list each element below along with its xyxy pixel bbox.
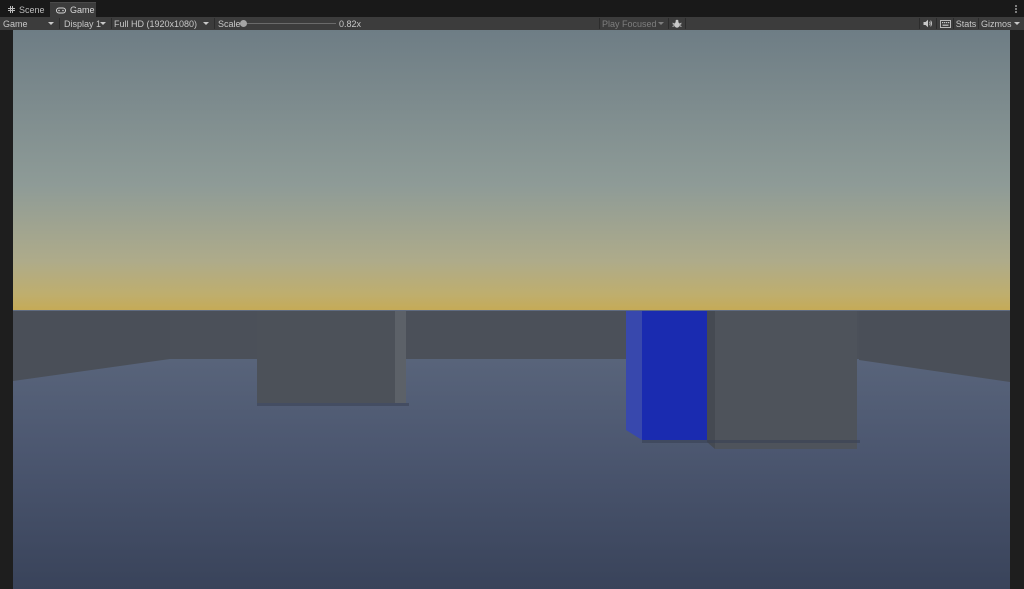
game-viewport[interactable] <box>13 30 1010 589</box>
gray-block-left-side <box>395 311 406 403</box>
resolution-dropdown[interactable]: Full HD (1920x1080) <box>112 17 213 30</box>
tab-bar: Scene Game <box>0 0 1024 17</box>
chevron-down-icon <box>100 22 106 25</box>
sky <box>13 30 1010 312</box>
scale-label: Scale <box>218 18 241 29</box>
gizmos-dropdown[interactable]: Gizmos <box>979 17 1024 30</box>
chevron-down-icon <box>48 22 54 25</box>
display-dropdown-label: Display 1 <box>64 18 102 29</box>
divider <box>668 18 669 29</box>
grid-icon <box>8 6 15 13</box>
play-mode-dropdown-label: Play Focused <box>602 18 657 29</box>
game-toolbar: Game Display 1 Full HD (1920x1080) Scale… <box>0 17 1024 31</box>
block-shadow <box>642 440 860 443</box>
view-dropdown-label: Game <box>3 18 28 29</box>
tab-game-label: Game <box>70 5 95 15</box>
blue-block-side <box>626 311 642 440</box>
block-shadow <box>257 403 409 406</box>
display-dropdown[interactable]: Display 1 <box>60 17 110 30</box>
stats-button[interactable]: Stats <box>954 17 978 30</box>
more-vert-icon[interactable] <box>1013 3 1019 15</box>
gray-block-left <box>257 311 395 403</box>
scale-slider-track[interactable] <box>242 23 336 24</box>
resolution-dropdown-label: Full HD (1920x1080) <box>114 18 198 29</box>
divider <box>214 18 215 29</box>
scale-slider-handle[interactable] <box>240 20 247 27</box>
gray-block-right-side <box>707 311 715 449</box>
gamepad-icon <box>56 7 66 14</box>
play-mode-dropdown[interactable]: Play Focused <box>600 17 668 30</box>
chevron-down-icon <box>203 22 209 25</box>
chevron-down-icon <box>658 22 664 25</box>
keyboard-icon[interactable] <box>937 17 953 30</box>
tab-game[interactable]: Game <box>50 2 96 17</box>
blue-block-front <box>642 311 707 440</box>
tab-scene[interactable]: Scene <box>2 2 48 17</box>
gizmos-dropdown-label: Gizmos <box>981 18 1012 29</box>
gray-block-right <box>715 311 857 449</box>
view-dropdown[interactable]: Game <box>0 17 58 30</box>
chevron-down-icon <box>1014 22 1020 25</box>
bug-icon[interactable] <box>670 17 684 30</box>
divider <box>685 18 686 29</box>
scale-value: 0.82x <box>339 18 362 29</box>
game-render <box>13 30 1010 589</box>
tab-scene-label: Scene <box>19 4 45 15</box>
speaker-icon[interactable] <box>920 17 936 30</box>
